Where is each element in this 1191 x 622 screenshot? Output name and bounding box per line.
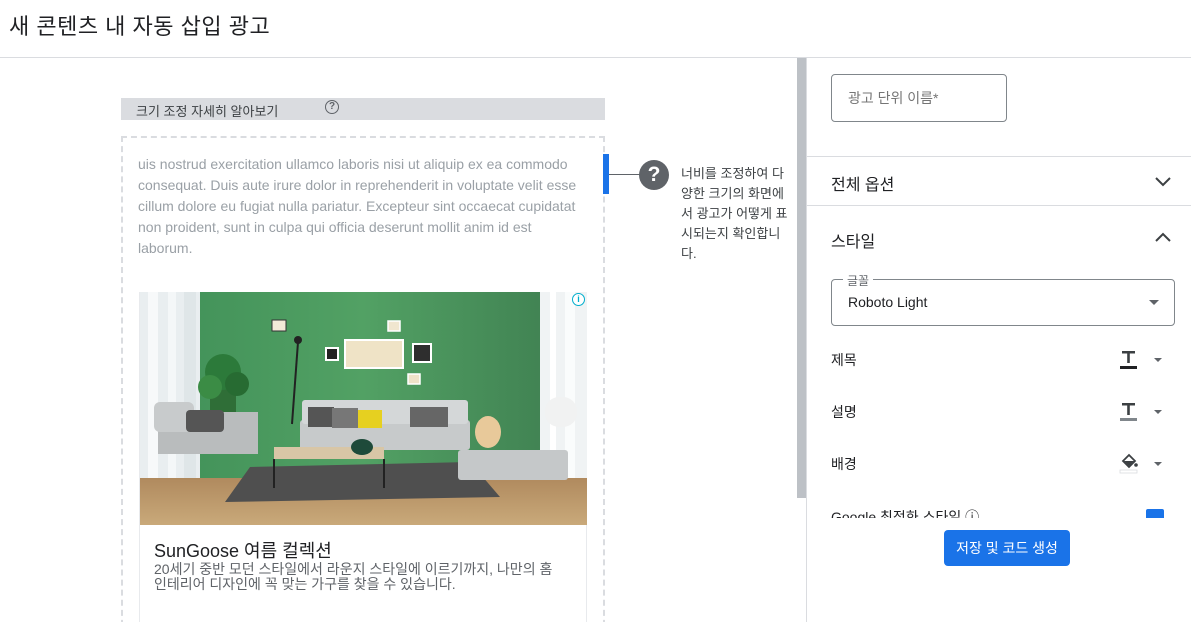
- ad-image[interactable]: i: [140, 292, 587, 525]
- save-and-generate-code-button[interactable]: 저장 및 코드 생성: [944, 530, 1070, 566]
- title-color-label: 제목: [831, 352, 857, 368]
- google-optimized-style-row: Google 최적화 스타일 ⓘ: [807, 498, 1191, 518]
- text-color-icon: [1120, 351, 1137, 369]
- font-select-value: Roboto Light: [848, 294, 928, 310]
- dropdown-arrow-icon: [1149, 300, 1159, 305]
- resize-hint-text: 너비를 조정하여 다양한 크기의 화면에서 광고가 어떻게 표시되는지 확인합니…: [681, 166, 788, 261]
- divider: [807, 205, 1191, 206]
- text-color-icon: [1120, 403, 1137, 421]
- adchoices-icon[interactable]: i: [572, 293, 585, 306]
- dropdown-arrow-icon: [1154, 358, 1162, 362]
- title-color-picker[interactable]: [1119, 348, 1169, 372]
- ad-unit-name-input[interactable]: [831, 74, 1007, 122]
- page-title: 새 콘텐츠 내 자동 삽입 광고: [9, 14, 271, 39]
- background-color-label: 배경: [831, 456, 857, 472]
- ad-description: 20세기 중반 모던 스타일에서 라운지 스타일에 이르기까지, 나만의 홈 인…: [154, 561, 553, 592]
- google-optimized-style-label: Google 최적화 스타일 ⓘ: [831, 509, 980, 518]
- panel-splitter-scrollbar[interactable]: [797, 58, 806, 498]
- font-select-label: 글꼴: [843, 272, 874, 289]
- fill-bucket-icon: [1119, 453, 1138, 474]
- dropdown-arrow-icon: [1154, 410, 1162, 414]
- resize-info-bar: 크기 조정 자세히 알아보기 ?: [121, 98, 605, 120]
- question-icon: ?: [639, 160, 669, 190]
- chevron-down-icon[interactable]: [1153, 171, 1173, 191]
- style-section-header[interactable]: 스타일: [831, 228, 875, 252]
- placeholder-article-text: uis nostrud exercitation ullamco laboris…: [138, 156, 577, 256]
- description-color-label: 설명: [831, 404, 857, 420]
- description-color-picker[interactable]: [1119, 400, 1169, 424]
- hint-connector: [609, 174, 641, 175]
- global-options-header[interactable]: 전체 옵션: [831, 171, 894, 195]
- ad-card[interactable]: i SunGoose 여름 컬렉션 20세기 중반 모던 스타일에서 라운지 스…: [139, 292, 587, 622]
- dropdown-arrow-icon: [1154, 462, 1162, 466]
- resize-learn-more-label: 크기 조정 자세히 알아보기: [136, 104, 279, 119]
- help-icon[interactable]: ?: [325, 100, 339, 114]
- google-optimized-style-checkbox[interactable]: [1146, 509, 1164, 518]
- page-header: 새 콘텐츠 내 자동 삽입 광고: [0, 0, 1191, 58]
- chevron-up-icon[interactable]: [1153, 228, 1173, 248]
- ad-preview-area: 크기 조정 자세히 알아보기 ? uis nostrud exercitatio…: [0, 58, 797, 622]
- font-select[interactable]: 글꼴 Roboto Light: [831, 272, 1175, 326]
- ad-headline[interactable]: SunGoose 여름 컬렉션: [154, 537, 332, 563]
- background-color-picker[interactable]: [1119, 452, 1169, 476]
- divider: [807, 156, 1191, 157]
- settings-panel: 전체 옵션 스타일 글꼴 Roboto Light 제목 설명 배경: [807, 58, 1191, 622]
